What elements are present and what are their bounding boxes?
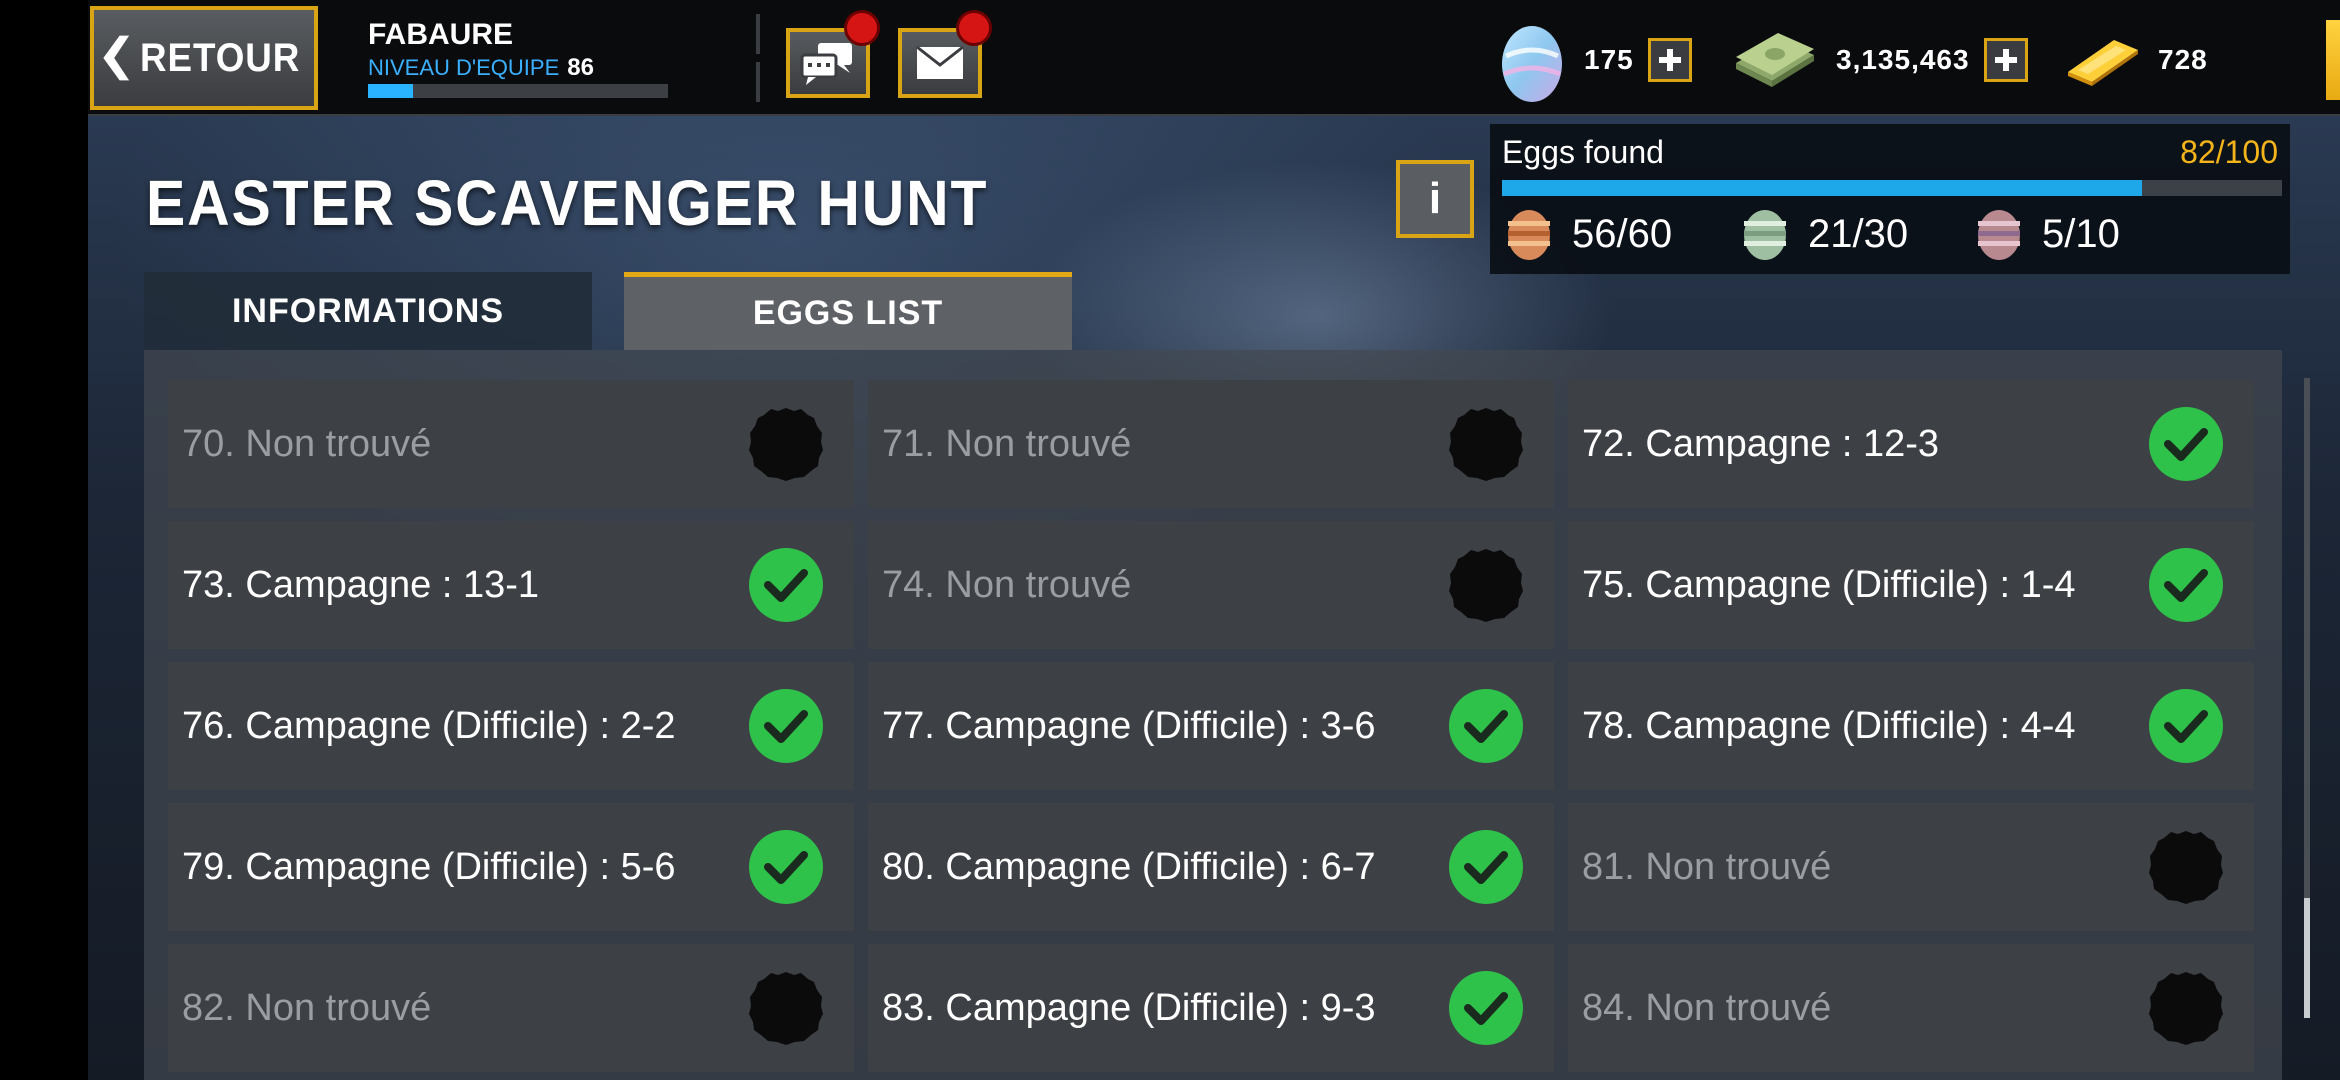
gold-currency: 728 — [2064, 22, 2208, 98]
info-button[interactable]: i — [1396, 160, 1474, 238]
egg-location-label: 82. Non trouvé — [182, 986, 432, 1029]
egg-location-label: 72. Campagne : 12-3 — [1582, 422, 1940, 465]
gold-currency-value: 728 — [2158, 44, 2208, 75]
egg-location-label: 79. Campagne (Difficile) : 5-6 — [182, 845, 676, 888]
checkmark-icon — [1449, 971, 1523, 1045]
team-level-value: 86 — [567, 54, 594, 81]
team-level: NIVEAU D'EQUIPE 86 — [368, 54, 594, 82]
shop-plus-button[interactable] — [2326, 20, 2340, 100]
eggs-found-panel: Eggs found 82/100 56/60 21/30 5/10 — [1490, 124, 2290, 274]
team-level-label: NIVEAU D'EQUIPE — [368, 55, 560, 80]
mail-icon — [916, 45, 964, 79]
egg-list-item[interactable]: 72. Campagne : 12-3 — [1568, 380, 2254, 508]
egg-location-label: 80. Campagne (Difficile) : 6-7 — [882, 845, 1376, 888]
eggs-progress-bar — [1502, 180, 2282, 196]
egg-silhouette-icon — [2149, 831, 2223, 904]
egg-list-item[interactable]: 81. Non trouvé — [1568, 803, 2254, 931]
egg-list-item[interactable]: 73. Campagne : 13-1 — [168, 521, 854, 649]
egg-location-label: 84. Non trouvé — [1582, 986, 1832, 1029]
checkmark-icon — [2149, 407, 2223, 481]
orange-egg-icon — [1508, 210, 1550, 260]
back-button[interactable]: RETOUR — [90, 6, 318, 110]
info-icon: i — [1428, 174, 1442, 223]
gold-bar-icon — [2068, 40, 2138, 86]
checkmark-icon — [749, 689, 823, 763]
divider — [756, 14, 760, 54]
chevron-left-icon — [103, 35, 130, 81]
egg-silhouette-icon — [749, 408, 823, 481]
page-title: EASTER SCAVENGER HUNT — [146, 167, 989, 239]
chat-icon — [800, 43, 852, 85]
chat-notification-dot — [844, 10, 880, 46]
purple-egg-stat: 5/10 — [1976, 204, 2120, 264]
mail-button[interactable] — [898, 10, 992, 98]
egg-silhouette-icon — [1449, 408, 1523, 481]
orange-egg-count: 56/60 — [1572, 211, 1673, 256]
cash-stack-icon — [1736, 33, 1814, 87]
egg-location-label: 77. Campagne (Difficile) : 3-6 — [882, 704, 1376, 747]
eggs-progress-fill — [1502, 180, 2142, 196]
scrollbar-thumb[interactable] — [2304, 898, 2310, 1018]
plus-icon — [1994, 49, 2017, 71]
egg-currency-value: 175 — [1584, 44, 1634, 75]
player-name: FABAURE — [368, 18, 514, 51]
scrollbar[interactable] — [2304, 378, 2310, 1018]
egg-location-label: 70. Non trouvé — [182, 422, 432, 465]
purple-egg-icon — [1978, 210, 2020, 260]
tab-informations[interactable]: INFORMATIONS — [144, 272, 592, 350]
checkmark-icon — [749, 830, 823, 904]
egg-list-item[interactable]: 76. Campagne (Difficile) : 2-2 — [168, 662, 854, 790]
checkmark-icon — [1449, 830, 1523, 904]
egg-silhouette-icon — [2149, 972, 2223, 1045]
easter-egg-icon — [1502, 26, 1562, 102]
egg-list-item[interactable]: 74. Non trouvé — [868, 521, 1554, 649]
checkmark-icon — [2149, 548, 2223, 622]
add-eggs-button[interactable] — [1647, 38, 1692, 82]
cash-currency: 3,135,463 — [1732, 22, 2028, 98]
egg-list-item[interactable]: 75. Campagne (Difficile) : 1-4 — [1568, 521, 2254, 649]
egg-list-item[interactable]: 70. Non trouvé — [168, 380, 854, 508]
cash-currency-value: 3,135,463 — [1836, 44, 1970, 75]
egg-location-label: 71. Non trouvé — [882, 422, 1132, 465]
top-bar: RETOUR FABAURE NIVEAU D'EQUIPE 86 175 3,… — [88, 0, 2340, 116]
egg-silhouette-icon — [1449, 549, 1523, 622]
green-egg-icon — [1744, 210, 1786, 260]
egg-location-label: 78. Campagne (Difficile) : 4-4 — [1582, 704, 2076, 747]
egg-currency: 175 — [1498, 22, 1692, 102]
egg-list-item[interactable]: 78. Campagne (Difficile) : 4-4 — [1568, 662, 2254, 790]
checkmark-icon — [1449, 689, 1523, 763]
egg-list-item[interactable]: 83. Campagne (Difficile) : 9-3 — [868, 944, 1554, 1072]
xp-bar-fill — [368, 84, 413, 98]
egg-location-label: 83. Campagne (Difficile) : 9-3 — [882, 986, 1376, 1029]
plus-icon — [1658, 49, 1681, 71]
green-egg-count: 21/30 — [1808, 211, 1909, 256]
mail-notification-dot — [956, 10, 992, 46]
eggs-found-count: 82/100 — [2180, 134, 2278, 170]
checkmark-icon — [2149, 689, 2223, 763]
add-cash-button[interactable] — [1983, 38, 2028, 82]
egg-list-item[interactable]: 77. Campagne (Difficile) : 3-6 — [868, 662, 1554, 790]
egg-silhouette-icon — [749, 972, 823, 1045]
eggs-found-label: Eggs found — [1502, 134, 1664, 170]
green-egg-stat: 21/30 — [1742, 204, 1908, 264]
tab-eggs-list[interactable]: EGGS LIST — [624, 272, 1072, 350]
egg-location-label: 76. Campagne (Difficile) : 2-2 — [182, 704, 676, 747]
egg-list-item[interactable]: 82. Non trouvé — [168, 944, 854, 1072]
left-edge — [0, 0, 88, 1080]
chat-button[interactable] — [786, 10, 880, 98]
egg-list-item[interactable]: 71. Non trouvé — [868, 380, 1554, 508]
egg-location-label: 74. Non trouvé — [882, 563, 1132, 606]
egg-list-item[interactable]: 79. Campagne (Difficile) : 5-6 — [168, 803, 854, 931]
checkmark-icon — [749, 548, 823, 622]
egg-list-item[interactable]: 80. Campagne (Difficile) : 6-7 — [868, 803, 1554, 931]
orange-egg-stat: 56/60 — [1506, 204, 1672, 264]
egg-location-label: 81. Non trouvé — [1582, 845, 1832, 888]
egg-location-label: 75. Campagne (Difficile) : 1-4 — [1582, 563, 2076, 606]
xp-bar — [368, 84, 668, 98]
purple-egg-count: 5/10 — [2042, 211, 2120, 256]
egg-location-label: 73. Campagne : 13-1 — [182, 563, 540, 606]
divider — [756, 62, 760, 102]
back-label: RETOUR — [139, 35, 301, 80]
egg-list-item[interactable]: 84. Non trouvé — [1568, 944, 2254, 1072]
